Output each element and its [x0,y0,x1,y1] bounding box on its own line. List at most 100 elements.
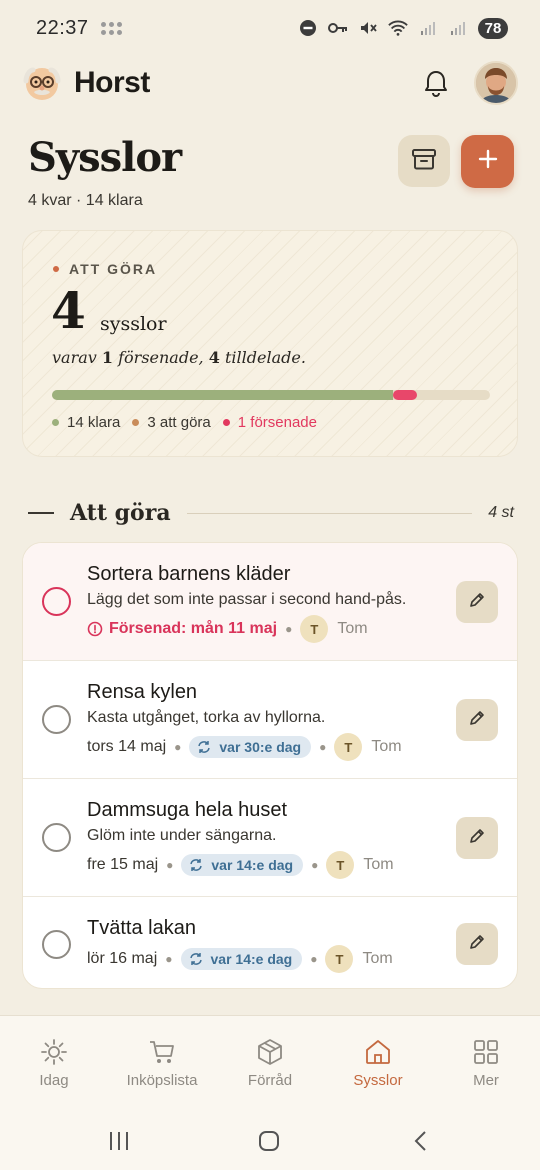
repeat-pill: var 30:e dag [189,736,312,758]
assignee-badge: T [300,615,329,643]
task-item[interactable]: Dammsuga hela huset Glöm inte under säng… [23,779,517,897]
recent-apps-icon[interactable] [108,1130,130,1157]
signal-icon-2 [448,18,468,38]
legend-item-todo: 3 att göra [132,414,211,431]
summary-dot [53,266,59,272]
task-item[interactable]: Sortera barnens kläder Lägg det som inte… [23,543,517,661]
repeat-pill: var 14:e dag [180,948,303,970]
cart-icon [150,1041,174,1063]
status-bar: 22:37 78 [0,0,540,56]
battery-indicator: 78 [478,17,508,39]
section-count: 4 st [488,504,514,521]
assignee-name: Tom [337,620,368,637]
task-checkbox[interactable] [42,587,71,616]
repeat-icon [198,741,211,753]
assignee-name: Tom [363,856,394,873]
task-meta: Försenad: mån 11 maj ● T Tom [87,615,368,643]
sun-icon [41,1039,67,1065]
mute-icon [358,18,378,38]
legend-dot [132,419,140,426]
section-dash [28,512,54,514]
task-list: Sortera barnens kläder Lägg det som inte… [22,542,518,989]
system-navigation [0,1126,540,1166]
avatar[interactable] [474,61,518,105]
task-checkbox[interactable] [42,705,71,734]
bottom-nav: Idag Inköpslista Förråd Sysslor Mer [0,1015,540,1170]
task-title: Tvätta lakan [87,917,196,939]
box-icon [258,1039,282,1065]
edit-task-button[interactable] [456,581,498,623]
status-icons: 78 [298,17,508,39]
plus-icon [477,148,499,175]
task-meta: fre 15 maj ● var 14:e dag ● T Tom [87,851,394,879]
summary-count: 4 [51,281,86,340]
progress-overdue-segment [392,390,417,400]
task-meta: tors 14 maj ● var 30:e dag ● T Tom [87,733,402,761]
pencil-icon [468,933,486,956]
legend-dot [52,419,59,426]
task-due-date: lör 16 maj [87,950,158,967]
pencil-icon [468,827,486,850]
app-header: Horst [22,58,518,108]
legend-item-done: 14 klara [52,414,120,431]
summary-detail: varav 1 försenade, 4 tilldelade. [52,348,306,367]
task-meta: lör 16 maj ● var 14:e dag ● T Tom [87,945,393,973]
task-item[interactable]: Tvätta lakan lör 16 maj ● var 14:e dag ●… [23,897,517,988]
assignee-name: Tom [362,950,393,967]
bell-icon[interactable] [416,63,456,103]
progress-legend: 14 klara 3 att göra 1 försenade [52,414,317,431]
repeat-icon [190,859,203,871]
section-header: Att göra 4 st [28,496,514,530]
legend-dot [222,419,230,426]
edit-task-button[interactable] [456,923,498,965]
legend-item-overdue: 1 försenade [222,414,317,431]
page-title: Sysslor [28,134,182,181]
app-grid-status-icon [100,21,122,35]
task-description: Lägg det som inte passar i second hand-p… [87,591,407,608]
home-icon[interactable] [258,1130,280,1157]
repeat-icon [189,953,202,965]
grid-icon [474,1040,498,1064]
signal-icon [418,18,438,38]
add-chore-button[interactable] [461,135,514,188]
wifi-icon [388,18,408,38]
do-not-disturb-icon [298,18,318,38]
nav-item-sysslor[interactable]: Sysslor [324,1038,432,1089]
summary-card: ATT GÖRA 4 sysslor varav 1 försenade, 4 … [22,230,518,457]
task-title: Rensa kylen [87,681,198,703]
task-due-date: fre 15 maj [87,856,159,873]
task-item[interactable]: Rensa kylen Kasta utgånget, torka av hyl… [23,661,517,779]
task-checkbox[interactable] [42,823,71,852]
nav-item-forrad[interactable]: Förråd [216,1038,324,1089]
section-title: Att göra [70,500,171,526]
summary-unit: sysslor [100,313,167,335]
assignee-badge: T [334,733,363,761]
task-checkbox[interactable] [42,930,71,959]
back-icon[interactable] [410,1130,432,1157]
grandpa-face-icon [22,63,62,103]
archive-button[interactable] [398,135,450,187]
pencil-icon [468,709,486,732]
pencil-icon [468,591,486,614]
archive-box-icon [411,147,437,176]
progress-bar [52,390,490,400]
repeat-pill: var 14:e dag [181,854,304,876]
task-title: Dammsuga hela huset [87,799,288,821]
edit-task-button[interactable] [456,817,498,859]
nav-item-inkopslista[interactable]: Inköpslista [108,1038,216,1089]
page-subtitle: 4 kvar · 14 klara [28,192,143,209]
nav-item-idag[interactable]: Idag [0,1038,108,1089]
task-title: Sortera barnens kläder [87,563,291,585]
status-time: 22:37 [36,16,89,39]
assignee-badge: T [326,851,355,879]
task-due-overdue: Försenad: mån 11 maj [87,620,277,638]
nav-item-mer[interactable]: Mer [432,1038,540,1089]
app-name: Horst [74,66,150,99]
task-description: Kasta utgånget, torka av hyllorna. [87,709,326,726]
edit-task-button[interactable] [456,699,498,741]
alert-circle-icon [87,621,103,637]
assignee-badge: T [325,945,354,973]
house-icon [366,1040,390,1064]
progress-done-segment [52,390,393,400]
task-due-date: tors 14 maj [87,738,167,755]
